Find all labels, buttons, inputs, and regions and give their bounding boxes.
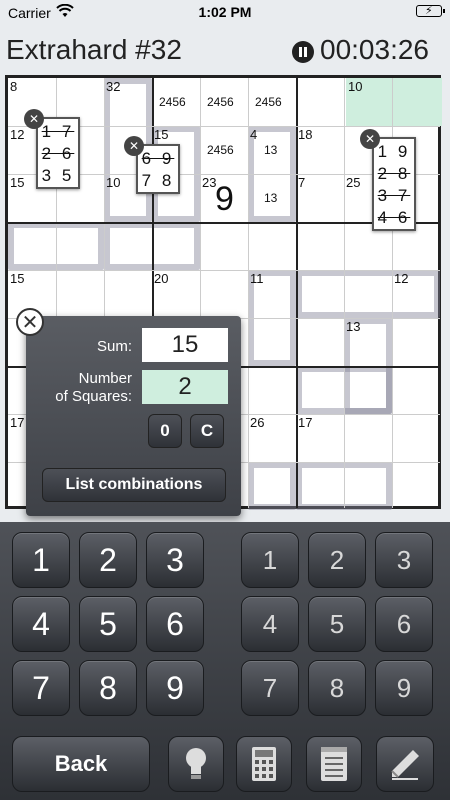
cage-sum-label: 18 [298, 127, 313, 142]
cell-candidates: 13 [264, 143, 278, 157]
combination-note[interactable]: ✕ 1 9 2 8 3 7 4 6 [360, 129, 416, 231]
clear-button[interactable]: C [190, 414, 224, 448]
note-row: 3 7 [377, 186, 411, 205]
cage-sum-label: 25 [346, 175, 361, 190]
cell-candidates: 13 [264, 191, 278, 205]
note-row: 6 9 [141, 149, 175, 168]
status-bar: Carrier 1:02 PM ⚡ [0, 0, 450, 26]
cell-candidates: 2456 [159, 95, 186, 109]
erase-button[interactable] [376, 736, 434, 792]
note-row: 1 7 [41, 122, 75, 141]
cage-sum-label: 17 [298, 415, 313, 430]
cage-sum-label: 8 [10, 79, 18, 94]
back-button[interactable]: Back [12, 736, 150, 792]
sum-field[interactable]: 15 [142, 328, 228, 362]
note-row: 1 9 [377, 142, 411, 161]
digit-key-9[interactable]: 9 [146, 660, 204, 716]
timer: 00:03:26 [320, 34, 429, 65]
pencil-key-7[interactable]: 7 [241, 660, 299, 716]
cage-sum-label: 15 [154, 127, 169, 142]
list-combinations-button[interactable]: List combinations [42, 468, 226, 502]
cage-sum-label: 20 [154, 271, 169, 286]
pencil-key-8[interactable]: 8 [308, 660, 366, 716]
digit-key-6[interactable]: 6 [146, 596, 204, 652]
digit-key-8[interactable]: 8 [79, 660, 137, 716]
count-field[interactable]: 2 [142, 370, 228, 404]
cage-sum-label: 17 [10, 415, 25, 430]
pencil-key-4[interactable]: 4 [241, 596, 299, 652]
calculator-icon [252, 747, 276, 781]
sum-label: Sum: [96, 338, 132, 355]
close-icon[interactable]: ✕ [124, 136, 144, 156]
count-label: Number of Squares: [55, 370, 132, 405]
cell-candidates: 2456 [255, 95, 282, 109]
cell-candidates: 2456 [207, 95, 234, 109]
digit-key-1[interactable]: 1 [12, 532, 70, 588]
note-row: 2 8 [377, 164, 411, 183]
zero-button[interactable]: 0 [148, 414, 182, 448]
cage-sum-label: 12 [394, 271, 409, 286]
digit-key-3[interactable]: 3 [146, 532, 204, 588]
cage-sum-label: 4 [250, 127, 258, 142]
pencil-key-5[interactable]: 5 [308, 596, 366, 652]
pencil-key-1[interactable]: 1 [241, 532, 299, 588]
header: Extrahard #32 00:03:26 [0, 30, 450, 72]
grid-line [296, 78, 298, 508]
pause-button[interactable] [292, 41, 314, 63]
digit-key-5[interactable]: 5 [79, 596, 137, 652]
grid-line [248, 78, 249, 508]
cage-sum-label: 12 [10, 127, 25, 142]
grid-line [344, 78, 345, 508]
hint-bulb-icon [186, 748, 206, 779]
cage-sum-label: 10 [348, 79, 363, 94]
clock: 1:02 PM [198, 4, 252, 20]
digit-key-2[interactable]: 2 [79, 532, 137, 588]
grid-line [8, 270, 440, 271]
placed-digit[interactable]: 9 [215, 180, 234, 219]
note-row: 2 6 [41, 144, 75, 163]
cage-sum-label: 26 [250, 415, 265, 430]
cage [248, 462, 296, 510]
cage-sum-label: 15 [10, 175, 25, 190]
cage-sum-label: 10 [106, 175, 121, 190]
pencil-key-3[interactable]: 3 [375, 532, 433, 588]
close-icon[interactable]: ✕ [360, 129, 380, 149]
pencil-key-6[interactable]: 6 [375, 596, 433, 652]
note-row: 3 5 [41, 166, 75, 185]
digit-key-4[interactable]: 4 [12, 596, 70, 652]
cage-sum-label: 32 [106, 79, 121, 94]
hint-button[interactable] [168, 736, 224, 792]
combination-note[interactable]: ✕ 1 7 2 6 3 5 [24, 109, 80, 189]
cage-sum-label: 15 [10, 271, 25, 286]
eraser-icon [391, 750, 419, 780]
cage-sum-label: 11 [250, 271, 264, 286]
digit-key-7[interactable]: 7 [12, 660, 70, 716]
pencil-key-2[interactable]: 2 [308, 532, 366, 588]
bottom-toolbar: Back [0, 732, 450, 800]
note-row: 7 8 [141, 171, 175, 190]
cage [296, 270, 440, 318]
pencil-key-9[interactable]: 9 [375, 660, 433, 716]
close-icon[interactable]: ✕ [24, 109, 44, 129]
cage-calculator-popup: ✕ Sum: 15 Number of Squares: 2 0 C List … [16, 308, 241, 516]
puzzle-title: Extrahard #32 [6, 34, 182, 65]
battery-icon: ⚡ [416, 5, 445, 17]
cell-candidates: 2456 [207, 143, 234, 157]
notepad-icon [321, 747, 347, 781]
cage-sum-label: 13 [346, 319, 361, 334]
notes-button[interactable] [306, 736, 362, 792]
note-row: 4 6 [377, 208, 411, 227]
close-popup-button[interactable]: ✕ [16, 308, 44, 336]
combination-note[interactable]: ✕ 6 9 7 8 [124, 136, 180, 194]
cage-sum-label: 7 [298, 175, 306, 190]
calculator-button[interactable] [236, 736, 292, 792]
